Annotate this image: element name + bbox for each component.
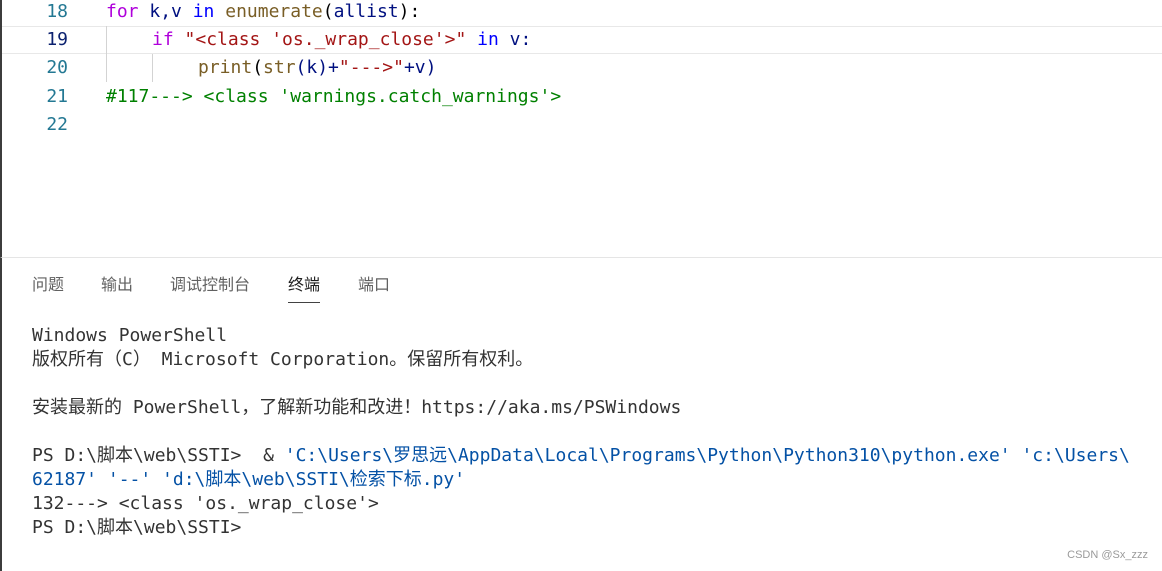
line-number: 22: [46, 114, 68, 135]
terminal-line: 版权所有（C） Microsoft Corporation。保留所有权利。: [32, 349, 534, 370]
terminal-line: 安装最新的 PowerShell，了解新功能和改进！https://aka.ms…: [32, 397, 682, 418]
terminal-prompt[interactable]: PS D:\脚本\web\SSTI>: [32, 516, 241, 540]
keyword-in: in: [477, 29, 499, 50]
function-str: str: [263, 57, 296, 78]
terminal-command-line: PS D:\脚本\web\SSTI> & 'C:\Users\罗思远\AppDa…: [32, 444, 1130, 468]
prompt: PS D:\脚本\web\SSTI> &: [32, 445, 285, 466]
keyword-for: for: [106, 1, 139, 22]
loop-vars: k,v: [138, 1, 193, 22]
paren: (: [252, 57, 264, 78]
line-number: 19: [46, 29, 68, 50]
keyword-if: if: [152, 29, 174, 50]
code-text[interactable]: for k,v in enumerate(allist):: [106, 0, 420, 26]
code-text[interactable]: if "<class 'os._wrap_close'>" in v:: [152, 26, 531, 54]
code-text[interactable]: print(str(k)+"--->"+v): [198, 54, 436, 82]
bottom-panel: 问题 输出 调试控制台 终端 端口 Windows PowerShell 版权所…: [0, 257, 1162, 571]
string-arrow: "--->": [338, 57, 404, 78]
function-enumerate: enumerate: [225, 1, 323, 22]
line-number: 20: [46, 57, 68, 78]
tab-debug-console[interactable]: 调试控制台: [170, 274, 250, 298]
paren: (: [322, 1, 334, 22]
expr: (k)+: [295, 57, 339, 78]
code-editor[interactable]: 18 for k,v in enumerate(allist): 19 if "…: [0, 0, 1162, 257]
terminal-line: 62187' '--' 'd:\脚本\web\SSTI\检索下标.py': [32, 469, 466, 490]
terminal-line: Windows PowerShell: [32, 325, 228, 346]
line-number: 21: [46, 86, 68, 107]
watermark: CSDN @Sx_zzz: [1067, 549, 1148, 561]
function-print: print: [198, 57, 253, 78]
editor-line-21[interactable]: 21 #117---> <class 'warnings.catch_warni…: [2, 83, 1162, 111]
editor-line-22[interactable]: 22: [2, 111, 1162, 139]
terminal-line: 132---> <class 'os._wrap_close'>: [32, 493, 379, 514]
tab-problems[interactable]: 问题: [32, 274, 64, 298]
comment-text[interactable]: #117---> <class 'warnings.catch_warnings…: [106, 83, 561, 111]
editor-line-18[interactable]: 18 for k,v in enumerate(allist):: [2, 0, 1162, 26]
indent-guide: [152, 54, 153, 82]
editor-line-19[interactable]: 19 if "<class 'os._wrap_close'>" in v:: [2, 26, 1162, 54]
tab-terminal[interactable]: 终端: [288, 274, 321, 303]
line-number: 18: [46, 1, 68, 22]
tab-output[interactable]: 输出: [101, 274, 133, 298]
command-path: 'C:\Users\罗思远\AppData\Local\Programs\Pyt…: [284, 445, 1130, 466]
var-allist: allist: [333, 1, 399, 22]
editor-line-20[interactable]: 20 print(str(k)+"--->"+v): [2, 54, 1162, 82]
expr-v: +v): [403, 57, 437, 78]
keyword-in: in: [192, 1, 215, 22]
paren-colon: ):: [398, 1, 421, 22]
tab-ports[interactable]: 端口: [358, 274, 390, 298]
string-literal: "<class 'os._wrap_close'>": [173, 29, 478, 50]
var-v: v:: [498, 29, 532, 50]
